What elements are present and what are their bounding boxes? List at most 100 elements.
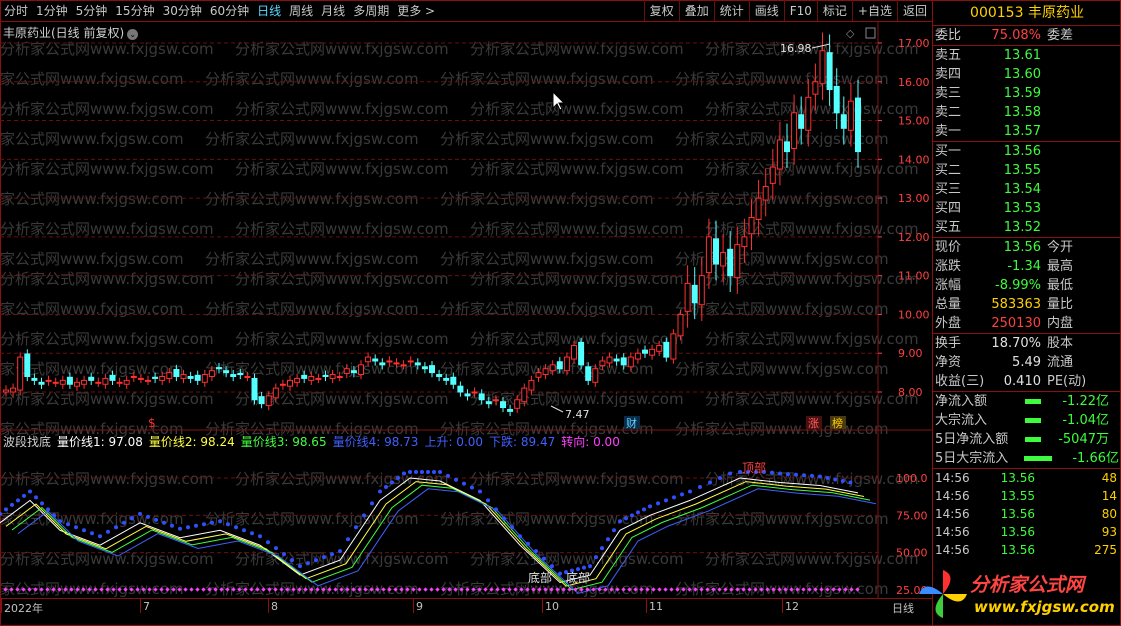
rise-dot — [22, 493, 26, 498]
turn-marker — [699, 587, 704, 592]
stat2-label: 换手 — [935, 336, 962, 351]
candle-body — [187, 375, 194, 379]
candle-body — [578, 341, 585, 366]
turn-marker — [141, 587, 146, 592]
buy-level-label: 买五 — [935, 220, 962, 235]
candle-body — [670, 333, 677, 360]
candle-body — [840, 114, 847, 129]
x-axis-label-6: 12 — [785, 600, 799, 613]
turn-marker — [327, 587, 332, 592]
stat2-row: 收益(三) 0.410 PE(动) — [933, 372, 1121, 391]
turn-marker — [501, 587, 506, 592]
rise-dot — [664, 498, 668, 503]
indicator-tick-label: 100.0 — [896, 472, 928, 485]
indicator-line-4 — [17, 488, 877, 594]
turn-marker — [207, 587, 212, 592]
rise-dot — [534, 549, 538, 554]
bottom-label-1: 底部 — [528, 570, 552, 585]
stat2-label: 净资 — [935, 355, 962, 370]
quote-panel: 000153 丰原药业 委比 75.08% 委差 卖五 13.61 卖四 13.60 卖三 1… — [932, 0, 1121, 626]
rise-dot — [338, 549, 342, 554]
tick-volume: 275 — [1094, 543, 1117, 557]
turn-marker — [63, 587, 68, 592]
candle-body — [769, 166, 776, 184]
rise-dot — [518, 534, 522, 539]
turn-marker — [621, 587, 626, 592]
candle-body — [81, 379, 88, 385]
rise-dot — [46, 507, 50, 512]
candle-body — [237, 372, 244, 376]
turn-marker — [87, 587, 92, 592]
turn-marker — [297, 587, 302, 592]
flow-bar — [1025, 418, 1041, 423]
candle-body — [563, 356, 570, 372]
x-axis-tick — [413, 599, 414, 613]
sell-level-label: 卖二 — [935, 105, 962, 120]
rise-dot — [4, 507, 8, 512]
indicator-value-0: 量价线1: 97.08 — [57, 435, 143, 449]
stat2-value: 0.410 — [1003, 374, 1041, 389]
buy-level-label: 买四 — [935, 201, 962, 216]
stat2-value: 18.70% — [991, 336, 1041, 351]
stat-label: 涨跌 — [935, 259, 962, 274]
turn-marker — [153, 587, 158, 592]
sell-level-label: 卖五 — [935, 48, 962, 63]
sell-level-label: 卖一 — [935, 124, 962, 139]
candle-body — [542, 368, 549, 376]
rise-dot — [322, 555, 326, 560]
buy-level-row: 买四 13.53 — [933, 199, 1121, 218]
turn-marker — [849, 587, 854, 592]
rise-dot — [98, 534, 102, 539]
candle-body — [585, 366, 592, 381]
x-axis-label-0: 2022年 — [4, 602, 43, 615]
turn-marker — [135, 587, 140, 592]
candle-body — [464, 393, 471, 397]
rise-dot — [10, 502, 14, 507]
indicator-name: 波段找底 — [3, 435, 52, 449]
turn-marker — [555, 587, 560, 592]
candle-body — [684, 282, 691, 312]
sell-level-row: 卖三 13.59 — [933, 84, 1121, 103]
rise-dot — [848, 480, 853, 485]
turn-marker — [693, 587, 698, 592]
candle-body — [663, 341, 670, 358]
buy-level-label: 买三 — [935, 182, 962, 197]
kline-chart[interactable]: 16.98 7.47 $ 财 涨榜 ◇ 底部 底部 顶部 17.00 16.00 15.00 14.… — [0, 0, 932, 626]
fund-flows: 净流入额 -1.22亿 大宗流入 -1.04亿 5日净流入额 -5047万 5日大宗流入 -1… — [933, 392, 1121, 469]
turn-marker — [15, 587, 20, 592]
rise-dot — [470, 485, 474, 490]
rise-dot — [588, 564, 592, 569]
low-price-label: 7.47 — [565, 408, 590, 421]
candle-body — [379, 362, 386, 366]
tick-time: 14:56 — [935, 525, 970, 539]
turn-marker — [681, 587, 686, 592]
rise-dot — [390, 480, 394, 485]
rise-dot — [90, 531, 94, 536]
candle-body — [478, 393, 485, 401]
x-axis-corner[interactable]: 日线 — [892, 600, 914, 616]
fundamental-stats: 换手 18.70% 股本 净资 5.49 流通 收益(三) 0.410 PE(动) — [933, 334, 1121, 392]
stat-label-2: 最高 — [1047, 259, 1074, 274]
rise-dot — [558, 571, 562, 576]
candle-body — [329, 374, 336, 379]
tick-price: 13.56 — [1000, 543, 1035, 557]
turn-marker — [843, 587, 848, 592]
buy-level-value: 13.53 — [1003, 201, 1041, 216]
buy-orders: 买一 13.56 买二 13.55 买三 13.54 买四 13.53 买五 13.52 — [933, 142, 1121, 238]
low-arrow — [550, 405, 564, 413]
candle-body — [201, 374, 208, 383]
candle-body — [294, 377, 301, 383]
turn-marker — [225, 587, 230, 592]
rise-dot — [370, 501, 374, 506]
rise-dot — [642, 507, 646, 512]
indicator-line-2 — [5, 481, 865, 587]
x-axis-tick — [268, 599, 269, 613]
candle-body — [613, 358, 620, 362]
candle-body — [521, 387, 528, 403]
rise-dot — [582, 565, 586, 570]
turn-marker — [237, 587, 242, 592]
turn-marker — [189, 587, 194, 592]
tick-price: 13.56 — [1000, 525, 1035, 539]
sell-level-value: 13.59 — [1003, 86, 1041, 101]
candle-body — [315, 377, 322, 380]
